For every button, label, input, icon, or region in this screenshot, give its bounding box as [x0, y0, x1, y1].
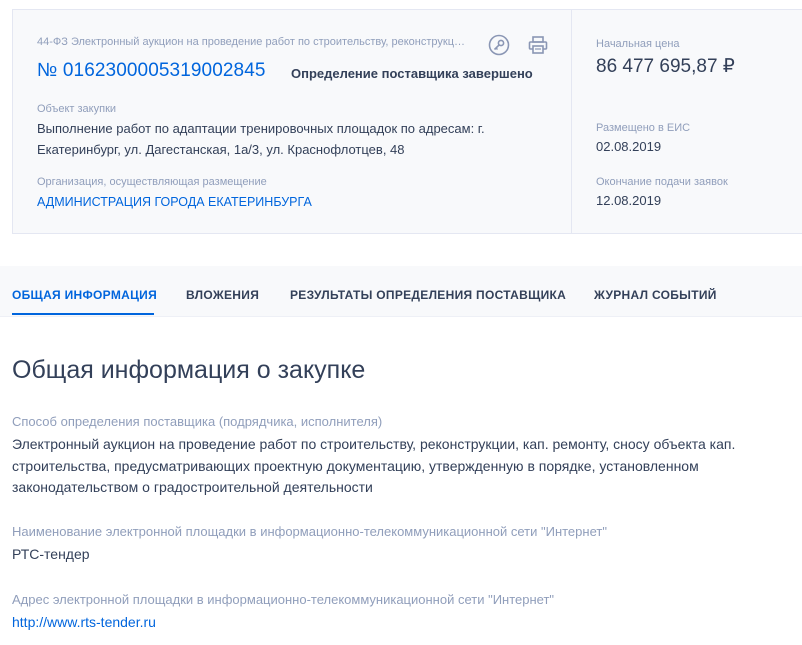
- registry-number-link[interactable]: № 0162300005319002845: [37, 60, 266, 82]
- price-label: Начальная цена: [596, 38, 680, 50]
- platform-address-link[interactable]: http://www.rts-tender.ru: [12, 612, 772, 634]
- tab-bar: ОБЩАЯ ИНФОРМАЦИЯ ВЛОЖЕНИЯ РЕЗУЛЬТАТЫ ОПР…: [0, 266, 802, 317]
- purchase-type-line: 44-ФЗ Электронный аукцион на проведение …: [37, 36, 471, 48]
- field-value-platform-name: РТС-тендер: [12, 546, 90, 562]
- posted-value: 02.08.2019: [596, 139, 662, 154]
- tab-supplier-results[interactable]: РЕЗУЛЬТАТЫ ОПРЕДЕЛЕНИЯ ПОСТАВЩИКА: [290, 288, 566, 302]
- tab-attachments[interactable]: ВЛОЖЕНИЯ: [186, 288, 259, 302]
- active-tab-indicator: [12, 313, 154, 315]
- printer-icon[interactable]: [527, 34, 549, 56]
- status-text: Определение поставщика завершено: [291, 66, 533, 81]
- purchase-card: 44-ФЗ Электронный аукцион на проведение …: [12, 9, 802, 234]
- purchase-card-main: 44-ФЗ Электронный аукцион на проведение …: [13, 10, 571, 233]
- purchase-card-summary: Начальная цена 86 477 695,87 ₽ Размещено…: [572, 10, 802, 233]
- object-label: Объект закупки: [37, 103, 117, 115]
- tab-event-log[interactable]: ЖУРНАЛ СОБЫТИЙ: [594, 288, 717, 302]
- organization-label: Организация, осуществляющая размещение: [37, 176, 267, 188]
- field-label-platform-address: Адрес электронной площадки в информацион…: [12, 592, 555, 607]
- deadline-label: Окончание подачи заявок: [596, 176, 728, 188]
- section-title: Общая информация о закупке: [12, 356, 366, 384]
- tab-general-info[interactable]: ОБЩАЯ ИНФОРМАЦИЯ: [12, 288, 157, 302]
- field-value-procurement-method: Электронный аукцион на проведение работ …: [12, 436, 736, 495]
- price-value: 86 477 695,87 ₽: [596, 56, 735, 77]
- posted-label: Размещено в ЕИС: [596, 122, 691, 134]
- key-icon[interactable]: [488, 34, 510, 56]
- deadline-value: 12.08.2019: [596, 193, 662, 208]
- organization-link[interactable]: АДМИНИСТРАЦИЯ ГОРОДА ЕКАТЕРИНБУРГА: [37, 192, 312, 213]
- object-value: Выполнение работ по адаптации тренировоч…: [37, 121, 485, 157]
- field-label-platform-name: Наименование электронной площадки в инфо…: [12, 524, 607, 539]
- field-label-procurement-method: Способ определения поставщика (подрядчик…: [12, 414, 383, 429]
